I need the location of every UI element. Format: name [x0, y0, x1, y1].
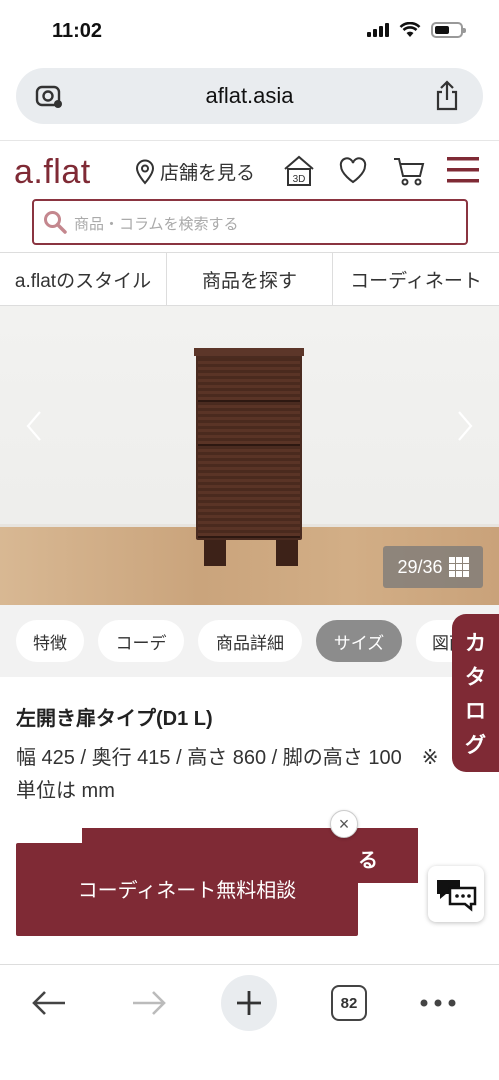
catalog-side-tab[interactable]: カ タ ロ グ — [452, 614, 499, 772]
catalog-char: タ — [465, 666, 486, 689]
nav-tab-products[interactable]: 商品を探す — [167, 253, 333, 305]
grid-icon — [448, 557, 469, 577]
store-link[interactable]: 店舗を見る — [134, 158, 255, 185]
share-icon[interactable] — [433, 80, 461, 112]
forward-arrow-icon — [133, 991, 166, 1015]
carousel-prev-icon[interactable] — [22, 406, 46, 446]
back-button[interactable] — [21, 975, 77, 1031]
catalog-char: ロ — [465, 700, 486, 723]
close-cta-button[interactable]: × — [330, 810, 358, 838]
back-arrow-icon — [32, 991, 65, 1015]
product-image-carousel[interactable]: 29/36 — [0, 306, 499, 605]
wifi-icon — [399, 22, 421, 37]
image-counter-text: 29/36 — [397, 556, 443, 577]
product-variant-title: 左開き扉タイプ(D1 L) — [16, 708, 213, 730]
close-icon: × — [338, 813, 350, 834]
site-header: a.flat 店舗を見る 3D 商品・コラムを検索する — [0, 140, 499, 252]
free-consultation-label: コーディネート無料相談 — [77, 880, 297, 902]
heart-icon[interactable] — [338, 157, 368, 185]
search-icon — [44, 211, 67, 234]
chat-bubble-icon — [437, 880, 477, 912]
hamburger-menu-icon[interactable] — [446, 155, 480, 185]
product-dimensions: 幅 425 / 奥行 415 / 高さ 860 / 脚の高さ 100 ※単位は … — [16, 747, 439, 802]
location-pin-icon — [135, 159, 155, 185]
main-nav: a.flatのスタイル 商品を探す コーディネート — [0, 252, 499, 306]
image-counter[interactable]: 29/36 — [383, 546, 483, 588]
carousel-next-icon[interactable] — [453, 406, 477, 446]
battery-icon — [431, 22, 466, 38]
plus-icon — [237, 991, 261, 1015]
section-tabs: 特徴 コーデ 商品詳細 サイズ 図面 — [0, 605, 499, 677]
section-tab-features[interactable]: 特徴 — [16, 620, 84, 662]
search-input[interactable]: 商品・コラムを検索する — [32, 199, 468, 245]
search-placeholder: 商品・コラムを検索する — [74, 216, 239, 233]
tab-count: 82 — [331, 985, 367, 1021]
3d-label: 3D — [293, 174, 306, 185]
browser-toolbar: 82 — [0, 965, 499, 1080]
url-text[interactable]: aflat.asia — [16, 83, 483, 109]
more-dots-icon — [420, 999, 456, 1007]
section-tab-details[interactable]: 商品詳細 — [198, 620, 302, 662]
status-icons — [367, 22, 466, 38]
section-tab-size[interactable]: サイズ — [316, 620, 402, 662]
store-link-label: 店舗を見る — [160, 163, 256, 184]
nav-tab-style[interactable]: a.flatのスタイル — [0, 253, 167, 305]
url-bar[interactable]: aflat.asia — [16, 68, 483, 124]
status-bar: 11:02 — [0, 0, 499, 64]
3d-view-icon[interactable]: 3D — [282, 155, 316, 187]
new-tab-button[interactable] — [221, 975, 277, 1031]
nav-tab-coordinate[interactable]: コーディネート — [333, 253, 499, 305]
secondary-cta-text: る — [358, 850, 378, 872]
catalog-char: カ — [465, 632, 486, 655]
status-time: 11:02 — [52, 20, 103, 42]
forward-button[interactable] — [121, 975, 177, 1031]
chat-button[interactable] — [428, 866, 484, 922]
free-consultation-button[interactable]: コーディネート無料相談 — [16, 843, 358, 936]
more-menu-button[interactable] — [410, 975, 466, 1031]
signal-icon — [367, 23, 389, 37]
product-photo-cabinet — [194, 348, 304, 540]
site-logo[interactable]: a.flat — [14, 153, 91, 192]
section-tab-coordinate[interactable]: コーデ — [98, 620, 184, 662]
cart-icon[interactable] — [392, 155, 426, 187]
catalog-char: グ — [465, 734, 486, 757]
tabs-button[interactable]: 82 — [321, 975, 377, 1031]
